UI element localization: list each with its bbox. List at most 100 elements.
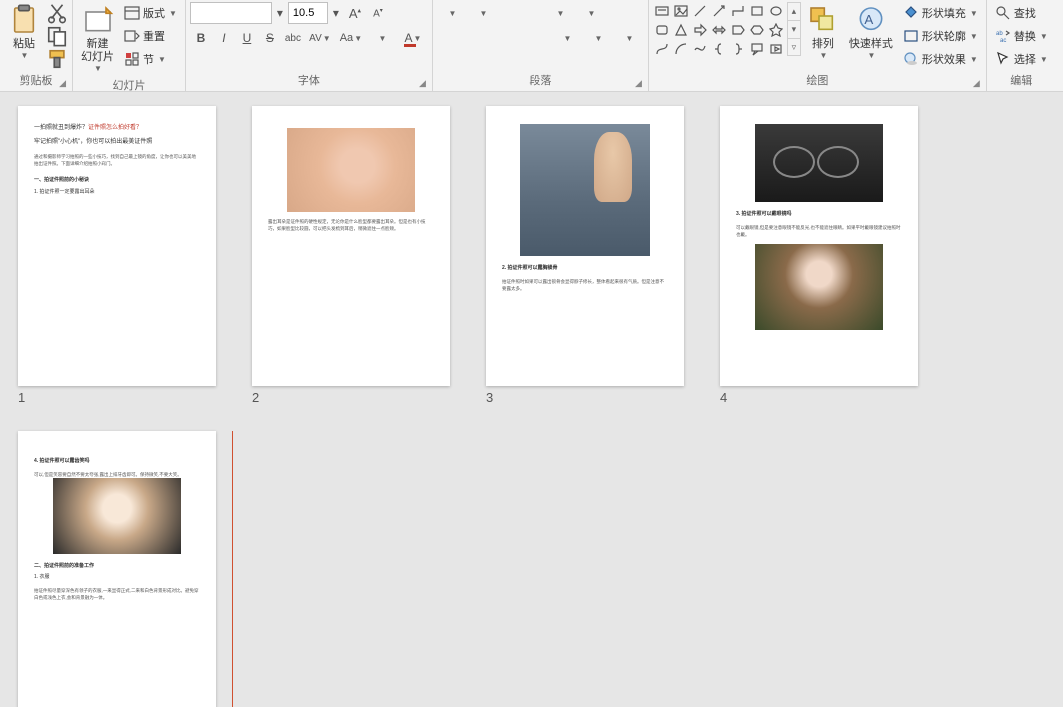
replace-icon: abac <box>995 28 1011 44</box>
highlight-button[interactable]: ▼ <box>367 27 397 49</box>
align-text-button[interactable]: ▼ <box>583 27 613 49</box>
shape-hexagon[interactable] <box>748 21 766 39</box>
shape-picture[interactable] <box>672 2 690 20</box>
shape-curve[interactable] <box>653 40 671 58</box>
font-name-dropdown[interactable]: ▾ <box>273 2 287 24</box>
decrease-indent-button[interactable] <box>499 2 521 24</box>
slide-number: 2 <box>252 390 450 405</box>
shape-connector[interactable] <box>729 2 747 20</box>
char-spacing-icon: AV <box>309 33 322 44</box>
distribute-button[interactable] <box>529 27 551 49</box>
bold-button[interactable]: B <box>190 27 212 49</box>
shape-outline-button[interactable]: 形状轮廓▼ <box>899 25 982 47</box>
shape-action[interactable] <box>767 40 785 58</box>
shape-pentagon-arrow[interactable] <box>729 21 747 39</box>
slide-number: 1 <box>18 390 216 405</box>
slide-image <box>755 244 883 330</box>
italic-icon: I <box>222 31 225 45</box>
new-slide-button[interactable]: 新建 幻灯片 ▼ <box>77 2 118 75</box>
shape-oval[interactable] <box>767 2 785 20</box>
slide-sorter-canvas[interactable]: 一拍照就丑到爆炸？证件照怎么拍好看？ 牢记拍照"小心机"，你也可以拍出最美证件照… <box>0 92 1063 707</box>
font-size-dropdown[interactable]: ▾ <box>329 2 343 24</box>
shape-freeform[interactable] <box>691 40 709 58</box>
slide-number: 4 <box>720 390 918 405</box>
clipboard-dialog-launcher-icon[interactable]: ◢ <box>59 78 66 89</box>
bullets-button[interactable]: ▼ <box>437 2 467 24</box>
select-button[interactable]: 选择▼ <box>991 48 1052 70</box>
drawing-dialog-launcher-icon[interactable]: ◢ <box>973 78 980 89</box>
shape-fill-button[interactable]: 形状填充▼ <box>899 2 982 24</box>
italic-button[interactable]: I <box>213 27 235 49</box>
arrange-button[interactable]: 排列▼ <box>803 2 843 62</box>
shadow-button[interactable]: abc <box>282 27 304 49</box>
shape-effects-button[interactable]: 形状效果▼ <box>899 48 982 70</box>
shape-arrow-line[interactable] <box>710 2 728 20</box>
format-painter-button[interactable] <box>46 48 68 70</box>
font-name-input[interactable] <box>190 2 272 24</box>
font-size-input[interactable] <box>288 2 328 24</box>
text-shadow-icon: abc <box>285 33 301 44</box>
shape-arc[interactable] <box>672 40 690 58</box>
font-dialog-launcher-icon[interactable]: ◢ <box>419 78 426 89</box>
grow-font-button[interactable]: A▴ <box>344 2 366 24</box>
shrink-font-button[interactable]: A▾ <box>367 2 389 24</box>
replace-button[interactable]: abac替换▼ <box>991 25 1052 47</box>
change-case-icon: Aa <box>340 32 353 44</box>
cut-button[interactable] <box>46 2 68 24</box>
clear-format-button[interactable] <box>390 2 412 24</box>
strike-icon: S <box>266 31 274 45</box>
slide-thumb-5[interactable]: 4. 拍证件照可以露齿笑吗 可以,但是笑容要自然不要太夸张,露出上排牙齿即可。保… <box>18 431 216 707</box>
cut-icon <box>46 2 68 24</box>
paragraph-dialog-launcher-icon[interactable]: ◢ <box>635 78 642 89</box>
drawing-label: 绘图 <box>806 75 828 87</box>
line-spacing-button[interactable]: ▼ <box>545 2 575 24</box>
find-button[interactable]: 查找 <box>991 2 1052 24</box>
section-button[interactable]: 节▼ <box>120 48 181 70</box>
shape-roundrect[interactable] <box>653 21 671 39</box>
insertion-cursor <box>232 431 233 707</box>
slide-thumb-2[interactable]: 露出耳朵是证件照的硬性规定，无论你是什么脸型都要露出耳朵。但是也有小技巧，如果脸… <box>252 106 450 405</box>
slides-label: 幻灯片 <box>112 80 145 92</box>
numbering-button[interactable]: 123▼ <box>468 2 498 24</box>
shapes-scroll-down[interactable]: ▾ <box>787 20 801 38</box>
shape-triangle[interactable] <box>672 21 690 39</box>
shapes-expand[interactable]: ▿ <box>787 38 801 56</box>
shape-callout[interactable] <box>748 40 766 58</box>
shape-right-arrow[interactable] <box>691 21 709 39</box>
change-case-button[interactable]: Aa▼ <box>336 27 366 49</box>
shapes-gallery[interactable] <box>653 2 785 58</box>
paste-button[interactable]: 粘贴 ▼ <box>4 2 44 62</box>
text-direction-button[interactable]: A▼ <box>576 2 606 24</box>
font-group-label: 字体 <box>298 75 320 87</box>
slide-thumb-4[interactable]: 3. 拍证件照可以戴眼镜吗 可以戴眼镜,但是要注意眼镜不能反光,也不能遮住眼睛。… <box>720 106 918 405</box>
shape-rect[interactable] <box>748 2 766 20</box>
layout-button[interactable]: 版式▼ <box>120 2 181 24</box>
shape-double-arrow[interactable] <box>710 21 728 39</box>
shape-brace-right[interactable] <box>729 40 747 58</box>
underline-button[interactable]: U <box>236 27 258 49</box>
shape-fill-icon <box>903 5 919 21</box>
char-spacing-button[interactable]: AV▼ <box>305 27 335 49</box>
copy-button[interactable] <box>46 25 68 47</box>
font-color-button[interactable]: A▼ <box>398 27 428 49</box>
columns-button[interactable]: ▼ <box>552 27 582 49</box>
copy-icon <box>46 25 68 47</box>
strike-button[interactable]: S <box>259 27 281 49</box>
reset-button[interactable]: 重置 <box>120 25 181 47</box>
shape-brace-left[interactable] <box>710 40 728 58</box>
shapes-scroll-up[interactable]: ▴ <box>787 2 801 20</box>
slide-thumb-1[interactable]: 一拍照就丑到爆炸？证件照怎么拍好看？ 牢记拍照"小心机"，你也可以拍出最美证件照… <box>18 106 216 405</box>
quick-styles-button[interactable]: A 快速样式▼ <box>845 2 897 62</box>
shape-star[interactable] <box>767 21 785 39</box>
slide-thumb-3[interactable]: 2. 拍证件照可以露胸锁骨 拍证件照时如果可以露出锁骨会显得脖子修长，整体看起来… <box>486 106 684 405</box>
shape-effects-icon <box>903 51 919 67</box>
quick-styles-icon: A <box>855 4 887 36</box>
shape-textbox[interactable] <box>653 2 671 20</box>
align-center-button[interactable] <box>460 27 482 49</box>
align-right-button[interactable] <box>483 27 505 49</box>
smartart-button[interactable]: ▼ <box>614 27 644 49</box>
justify-button[interactable] <box>506 27 528 49</box>
increase-indent-button[interactable] <box>522 2 544 24</box>
align-left-button[interactable] <box>437 27 459 49</box>
shape-line[interactable] <box>691 2 709 20</box>
